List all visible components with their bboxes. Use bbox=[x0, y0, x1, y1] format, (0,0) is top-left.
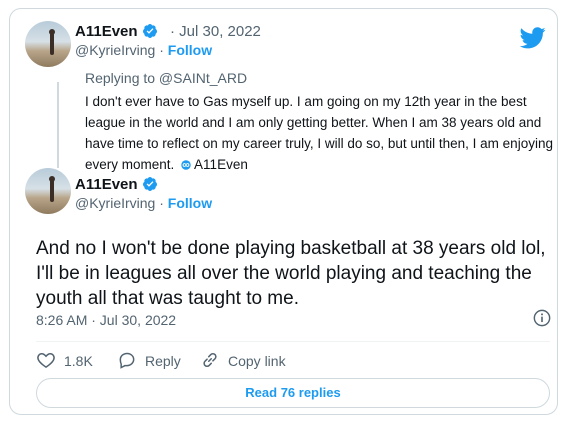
thread-connector-line bbox=[57, 82, 59, 168]
follow-button[interactable]: Follow bbox=[168, 42, 212, 58]
copy-link-label: Copy link bbox=[228, 353, 286, 369]
tweet-text: And no I won't be done playing basketbal… bbox=[36, 238, 546, 309]
author-handle[interactable]: @KyrieIrving bbox=[75, 42, 155, 58]
verified-badge-icon bbox=[142, 24, 157, 38]
follow-button[interactable]: Follow bbox=[168, 195, 212, 211]
handle-row: @KyrieIrving · Follow bbox=[75, 195, 212, 211]
like-count: 1.8K bbox=[64, 353, 93, 369]
author-name[interactable]: A11Even bbox=[75, 176, 158, 193]
author-name[interactable]: A11Even bbox=[75, 23, 158, 40]
tweet-text: I don't ever have to Gas myself up. I am… bbox=[85, 91, 555, 175]
tweet-timestamp[interactable]: 8:26 AM · Jul 30, 2022 bbox=[36, 312, 176, 328]
tweet-embed-card: A11Even · Jul 30, 2022 @KyrieIrving · Fo… bbox=[9, 8, 558, 415]
avatar[interactable] bbox=[25, 168, 71, 214]
separator: · bbox=[159, 195, 164, 211]
read-replies-button[interactable]: Read 76 replies bbox=[36, 378, 550, 408]
handle-row: @KyrieIrving · Follow bbox=[75, 42, 212, 58]
reply-bubble-icon bbox=[119, 352, 135, 369]
separator: · bbox=[159, 42, 164, 58]
heart-icon bbox=[37, 352, 55, 368]
info-icon[interactable] bbox=[533, 309, 551, 327]
signature: A11Even bbox=[194, 157, 248, 172]
reply-label: Reply bbox=[145, 353, 181, 369]
divider bbox=[36, 341, 550, 342]
verified-badge-icon bbox=[142, 177, 157, 191]
link-icon bbox=[203, 352, 217, 368]
infinity-loop-icon bbox=[181, 160, 191, 170]
replying-to[interactable]: Replying to @SAINt_ARD bbox=[85, 70, 247, 86]
author-handle[interactable]: @KyrieIrving bbox=[75, 195, 155, 211]
tweet-body: I don't ever have to Gas myself up. I am… bbox=[85, 94, 553, 172]
avatar[interactable] bbox=[25, 21, 71, 67]
twitter-logo-icon[interactable] bbox=[520, 27, 546, 49]
tweet-date[interactable]: · Jul 30, 2022 bbox=[170, 23, 261, 40]
